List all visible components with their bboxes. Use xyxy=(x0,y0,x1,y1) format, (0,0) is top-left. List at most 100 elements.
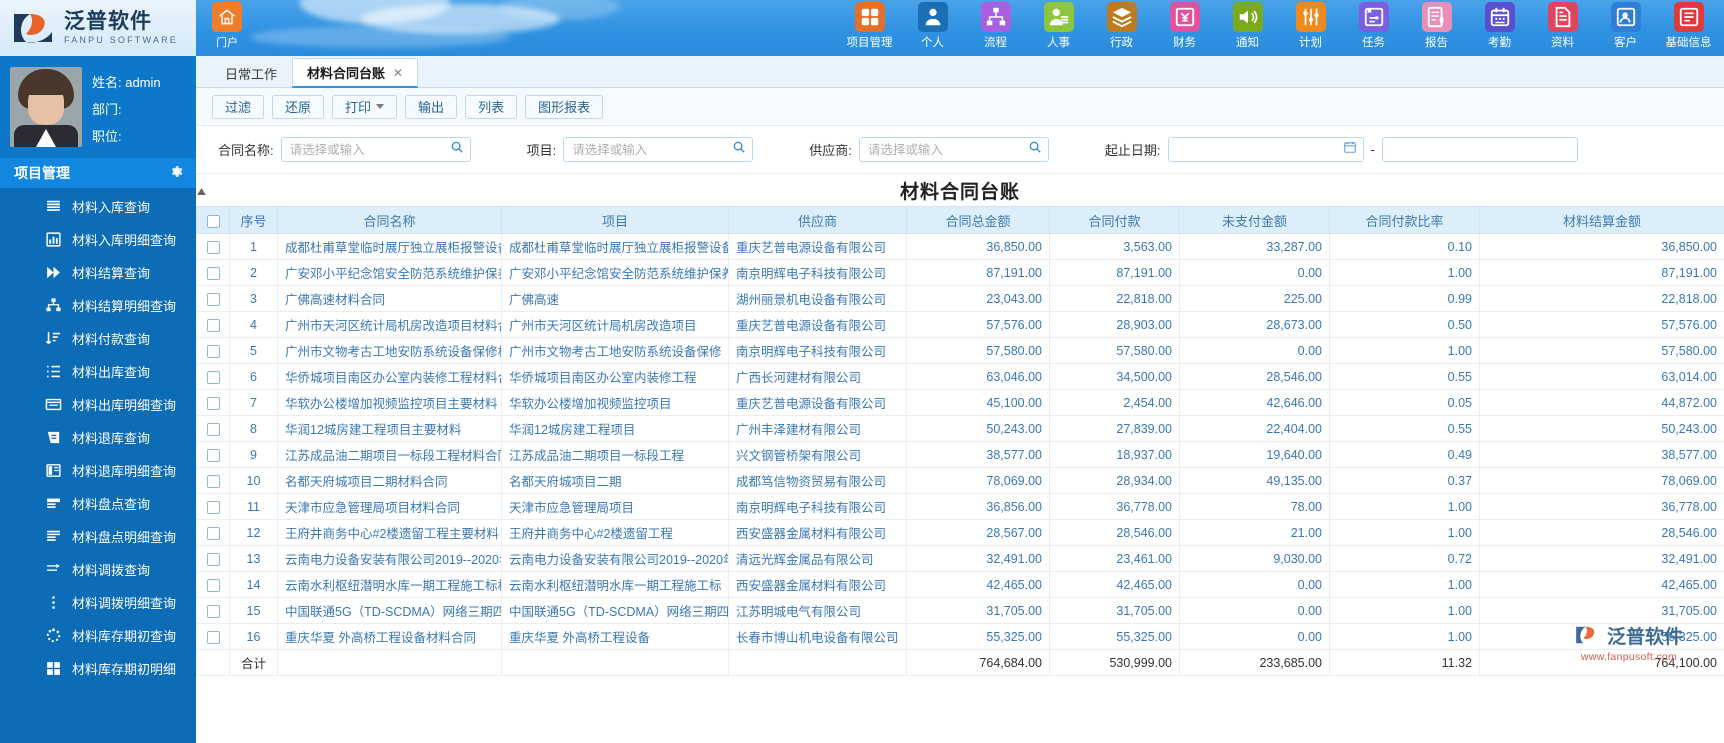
column-header-5[interactable]: 合同总金额 xyxy=(906,206,1050,234)
row-select[interactable] xyxy=(196,493,230,520)
sidebar-item-1[interactable]: 材料入库查询 xyxy=(0,190,196,223)
sidebar-item-9[interactable]: 材料退库明细查询 xyxy=(0,454,196,487)
row-select[interactable] xyxy=(196,363,230,390)
export-button[interactable]: 输出 xyxy=(405,94,458,119)
contract-name-input[interactable] xyxy=(289,142,446,157)
sidebar-item-12[interactable]: 材料调拨查询 xyxy=(0,553,196,586)
row-checkbox[interactable] xyxy=(206,240,220,254)
contract-name-input-wrap[interactable] xyxy=(280,137,471,162)
nav-item-4[interactable]: 人事 xyxy=(1027,2,1090,56)
nav-item-8[interactable]: 计划 xyxy=(1279,2,1342,56)
tab-1[interactable]: 日常工作 xyxy=(210,58,292,88)
row-select[interactable] xyxy=(196,519,230,546)
row-checkbox[interactable] xyxy=(206,604,220,618)
row-select[interactable] xyxy=(196,415,230,442)
date-from-input[interactable] xyxy=(1176,142,1339,157)
column-header-2[interactable]: 合同名称 xyxy=(277,206,502,234)
filter-button[interactable]: 过滤 xyxy=(212,94,265,119)
column-header-3[interactable]: 项目 xyxy=(501,206,729,234)
sidebar-item-13[interactable]: 材料调拨明细查询 xyxy=(0,586,196,619)
table-row[interactable]: 5 广州市文物考古工地安防系统设备保修材料 广州市文物考古工地安防系统设备保修 南京明… xyxy=(196,337,1724,364)
row-checkbox[interactable] xyxy=(206,474,220,488)
row-select[interactable] xyxy=(196,571,230,598)
row-checkbox[interactable] xyxy=(206,318,220,332)
row-checkbox[interactable] xyxy=(206,500,220,514)
table-row[interactable]: 13 云南电力设备安装有限公司2019--2020年度 云南电力设备安装有限公司20… xyxy=(196,545,1724,572)
row-checkbox[interactable] xyxy=(206,370,220,384)
nav-item-14[interactable]: 基础信息 xyxy=(1657,2,1720,56)
supplier-input-wrap[interactable] xyxy=(858,137,1049,162)
row-checkbox[interactable] xyxy=(206,630,220,644)
portal-button[interactable]: 门户 xyxy=(200,2,254,54)
table-row[interactable]: 10 名都天府城项目二期材料合同 名都天府城项目二期 成都笃信物资贸易有限公司 78,0… xyxy=(196,467,1724,494)
project-input-wrap[interactable] xyxy=(563,137,754,162)
row-checkbox[interactable] xyxy=(206,422,220,436)
row-checkbox[interactable] xyxy=(206,448,220,462)
search-icon[interactable] xyxy=(732,140,746,159)
nav-item-11[interactable]: 考勤 xyxy=(1468,2,1531,56)
sidebar-item-5[interactable]: 材料付款查询 xyxy=(0,322,196,355)
app-logo[interactable]: 泛普软件 FANPU SOFTWARE xyxy=(0,0,196,56)
restore-button[interactable]: 还原 xyxy=(272,94,325,119)
table-row[interactable]: 16 重庆华夏 外高桥工程设备材料合同 重庆华夏 外高桥工程设备 长春市博山机电设备有… xyxy=(196,623,1724,650)
list-button[interactable]: 列表 xyxy=(465,94,518,119)
table-row[interactable]: 12 王府井商务中心#2楼遗留工程主要材料 王府井商务中心#2楼遗留工程 西安盛器金属… xyxy=(196,519,1724,546)
column-header-4[interactable]: 供应商 xyxy=(728,206,907,234)
select-all-checkbox[interactable] xyxy=(206,214,220,228)
search-icon[interactable] xyxy=(1028,140,1042,159)
nav-item-13[interactable]: 客户 xyxy=(1594,2,1657,56)
print-button[interactable]: 打印 xyxy=(332,94,398,119)
sidebar-item-10[interactable]: 材料盘点查询 xyxy=(0,487,196,520)
date-to-input[interactable] xyxy=(1390,142,1571,157)
scroll-up-icon[interactable] xyxy=(196,184,207,198)
table-row[interactable]: 8 华润12城房建工程项目主要材料 华润12城房建工程项目 广州丰泽建材有限公司 50,… xyxy=(196,415,1724,442)
table-row[interactable]: 14 云南水利枢纽潜明水库一期工程施工标材料 云南水利枢纽潜明水库一期工程施工标 西安… xyxy=(196,571,1724,598)
date-from-wrap[interactable] xyxy=(1167,137,1364,162)
nav-item-2[interactable]: 个人 xyxy=(901,2,964,56)
supplier-input[interactable] xyxy=(867,142,1024,157)
row-checkbox[interactable] xyxy=(206,266,220,280)
row-select[interactable] xyxy=(196,597,230,624)
sidebar-item-3[interactable]: 材料结算查询 xyxy=(0,256,196,289)
date-to-wrap[interactable] xyxy=(1381,137,1578,162)
sidebar-item-8[interactable]: 材料退库查询 xyxy=(0,421,196,454)
row-select[interactable] xyxy=(196,259,230,286)
nav-item-6[interactable]: 财务 xyxy=(1153,2,1216,56)
row-checkbox[interactable] xyxy=(206,526,220,540)
row-checkbox[interactable] xyxy=(206,552,220,566)
close-icon[interactable]: ✕ xyxy=(393,66,403,80)
table-row[interactable]: 2广安邓小平纪念馆安全防范系统维护保养工程广安邓小平纪念馆安全防范系统维护保养工… xyxy=(196,259,1724,286)
nav-item-9[interactable]: 任务 xyxy=(1342,2,1405,56)
nav-item-1[interactable]: 项目管理 xyxy=(838,2,901,56)
project-input[interactable] xyxy=(572,142,729,157)
row-select[interactable] xyxy=(196,389,230,416)
table-row[interactable]: 6 华侨城项目南区办公室内装修工程材料合同 华侨城项目南区办公室内装修工程 广西长河建… xyxy=(196,363,1724,390)
row-select[interactable] xyxy=(196,623,230,650)
table-row[interactable]: 7 华软办公楼增加视频监控项目主要材料 华软办公楼增加视频监控项目 重庆艺普电源设备有… xyxy=(196,389,1724,416)
table-row[interactable]: 9 江苏成品油二期项目一标段工程材料合同 江苏成品油二期项目一标段工程 兴文钢管桥架有… xyxy=(196,441,1724,468)
sidebar-item-11[interactable]: 材料盘点明细查询 xyxy=(0,520,196,553)
sidebar-item-15[interactable]: 材料库存期初明细 xyxy=(0,652,196,685)
sidebar-item-2[interactable]: 材料入库明细查询 xyxy=(0,223,196,256)
sidebar-item-14[interactable]: 材料库存期初查询 xyxy=(0,619,196,652)
table-row[interactable]: 3 广佛高速材料合同 广佛高速 湖州丽景机电设备有限公司 23,043.00 22,818… xyxy=(196,285,1724,312)
gear-icon[interactable] xyxy=(169,164,184,182)
nav-item-5[interactable]: 行政 xyxy=(1090,2,1153,56)
tab-2[interactable]: 材料合同台账 ✕ xyxy=(292,58,419,88)
row-checkbox[interactable] xyxy=(206,578,220,592)
sidebar-item-6[interactable]: 材料出库查询 xyxy=(0,355,196,388)
table-row[interactable]: 4 广州市天河区统计局机房改造项目材料合同 广州市天河区统计局机房改造项目 重庆艺普电… xyxy=(196,311,1724,338)
sidebar-item-4[interactable]: 材料结算明细查询 xyxy=(0,289,196,322)
column-header-1[interactable]: 序号 xyxy=(229,206,278,234)
row-select[interactable] xyxy=(196,285,230,312)
nav-item-12[interactable]: 资料 xyxy=(1531,2,1594,56)
search-icon[interactable] xyxy=(450,140,464,159)
row-checkbox[interactable] xyxy=(206,292,220,306)
column-header-9[interactable]: 材料结算金额 xyxy=(1479,206,1724,234)
nav-item-3[interactable]: 流程 xyxy=(964,2,1027,56)
column-header-7[interactable]: 未支付金额 xyxy=(1179,206,1330,234)
row-select[interactable] xyxy=(196,441,230,468)
row-checkbox[interactable] xyxy=(206,396,220,410)
table-row[interactable]: 11 天津市应急管理局项目材料合同 天津市应急管理局项目 南京明辉电子科技有限公司 36… xyxy=(196,493,1724,520)
column-header-8[interactable]: 合同付款比率 xyxy=(1329,206,1480,234)
